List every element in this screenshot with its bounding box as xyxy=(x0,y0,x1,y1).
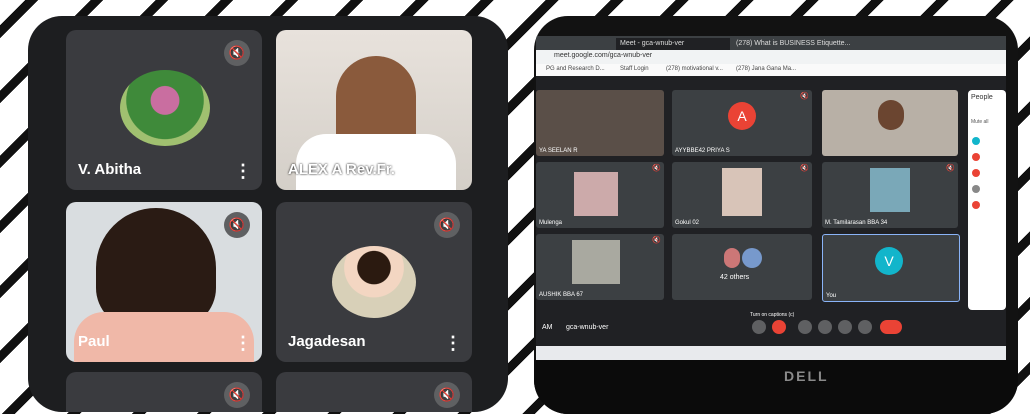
meeting-time: AM xyxy=(542,324,553,331)
windows-taskbar xyxy=(536,346,1006,360)
address-bar[interactable]: meet.google.com/gca-wnub-ver xyxy=(536,50,1006,64)
meet-participant-tile[interactable]: 🔇 Mulenga xyxy=(536,162,664,228)
avatar xyxy=(724,248,740,268)
people-title: People xyxy=(971,94,993,101)
bookmark[interactable]: Staff Login xyxy=(620,66,649,72)
bookmark[interactable]: (278) motivational v... xyxy=(666,66,723,72)
participant-video xyxy=(572,240,620,284)
participant-tile[interactable]: 🔇 Jagadesan ⋮ xyxy=(276,202,472,362)
participant-name: AYYBBE42 PRIYA S xyxy=(675,148,730,154)
more-vert-icon[interactable]: ⋮ xyxy=(444,334,462,352)
mic-off-icon: 🔇 xyxy=(224,212,250,238)
laptop-logo: DELL xyxy=(784,368,829,384)
more-vert-icon[interactable] xyxy=(858,320,872,334)
participant-name: AUSHIK BBA 67 xyxy=(539,292,584,298)
bookmark[interactable]: PG and Research D... xyxy=(546,66,605,72)
participant-tile[interactable]: 🔇 Paul ⋮ xyxy=(66,202,262,362)
participant-name: V. Abitha xyxy=(78,161,142,178)
meeting-code: gca-wnub-ver xyxy=(566,324,609,331)
participant-dot xyxy=(972,201,980,209)
participant-dot xyxy=(972,169,980,177)
more-vert-icon[interactable]: ⋮ xyxy=(234,162,252,180)
bookmark[interactable]: (278) Jana Gana Ma... xyxy=(736,66,796,72)
participant-name: Gokul 02 xyxy=(675,220,700,226)
participant-video xyxy=(96,208,216,328)
laptop-screen: Meet - gca-wnub-ver (278) What is BUSINE… xyxy=(536,36,1006,346)
meet-participant-tile[interactable]: 🔇 Gokul 02 xyxy=(672,162,812,228)
more-vert-icon[interactable]: ⋮ xyxy=(444,162,462,180)
mic-off-icon: 🔇 xyxy=(946,165,955,172)
participant-initial-avatar: A xyxy=(728,102,756,130)
participant-name: Mulenga xyxy=(539,220,563,226)
participant-name: M. Tamilarasan BBA 34 xyxy=(825,220,888,226)
meet-participant-tile[interactable]: YA SEELAN R xyxy=(536,90,664,156)
participant-name: Paul xyxy=(78,333,110,350)
mic-off-icon: 🔇 xyxy=(800,93,809,100)
participant-tile[interactable]: ALEX A Rev.Fr. ⋮ xyxy=(276,30,472,190)
meet-participant-tile[interactable]: V You xyxy=(822,234,960,302)
laptop-meet-photo: Meet - gca-wnub-ver (278) What is BUSINE… xyxy=(534,16,1018,414)
others-count: 42 others xyxy=(720,274,750,281)
participant-name: You xyxy=(826,293,837,299)
mic-off-icon: 🔇 xyxy=(652,237,661,244)
browser-tab-bar: Meet - gca-wnub-ver (278) What is BUSINE… xyxy=(536,36,1006,50)
browser-tab[interactable]: (278) What is BUSINESS Etiquette... xyxy=(732,38,856,50)
more-vert-icon[interactable]: ⋮ xyxy=(234,334,252,352)
participant-dot xyxy=(972,137,980,145)
participant-video xyxy=(722,168,762,216)
participant-dot xyxy=(972,185,980,193)
bookmarks-bar: PG and Research D... Staff Login (278) m… xyxy=(536,64,1006,76)
mic-off-icon: 🔇 xyxy=(434,382,460,408)
url-text: meet.google.com/gca-wnub-ver xyxy=(554,52,653,59)
meet-control-bar: AM gca-wnub-ver Turn on captions (c) xyxy=(536,312,1006,346)
meet-participant-tile[interactable]: 42 others xyxy=(672,234,812,300)
participant-video xyxy=(574,172,618,216)
participant-video xyxy=(870,168,910,212)
meet-participant-tile[interactable]: A 🔇 AYYBBE42 PRIYA S xyxy=(672,90,812,156)
camera-icon[interactable] xyxy=(772,320,786,334)
participant-name: Jagadesan xyxy=(288,333,366,350)
mic-off-icon: 🔇 xyxy=(224,382,250,408)
participant-video xyxy=(878,100,904,130)
mic-off-icon: 🔇 xyxy=(434,212,460,238)
end-call-icon[interactable] xyxy=(880,320,902,334)
people-panel: People Mute all xyxy=(968,90,1006,310)
meet-participant-tile[interactable]: 🔇 M. Tamilarasan BBA 34 xyxy=(822,162,958,228)
captions-icon[interactable] xyxy=(798,320,812,334)
meet-participant-tile[interactable]: 🔇 AUSHIK BBA 67 xyxy=(536,234,664,300)
participant-tile[interactable]: 🔇 xyxy=(66,372,262,412)
participant-tile[interactable]: 🔇 xyxy=(276,372,472,412)
participant-name: YA SEELAN R xyxy=(539,148,578,154)
mic-off-icon: 🔇 xyxy=(224,40,250,66)
raise-hand-icon[interactable] xyxy=(818,320,832,334)
avatar xyxy=(742,248,762,268)
participant-tile[interactable]: 🔇 V. Abitha ⋮ xyxy=(66,30,262,190)
participant-initial-avatar: V xyxy=(875,247,903,275)
phone-meet-screenshot: 🔇 V. Abitha ⋮ ALEX A Rev.Fr. ⋮ 🔇 Paul ⋮ … xyxy=(28,16,508,412)
participant-name: ALEX A Rev.Fr. xyxy=(288,161,395,178)
avatar xyxy=(332,246,416,318)
mic-off-icon: 🔇 xyxy=(800,165,809,172)
mute-all-button[interactable]: Mute all xyxy=(968,105,1006,129)
laptop-bezel xyxy=(534,360,1018,414)
avatar xyxy=(120,70,210,146)
mic-off-icon[interactable] xyxy=(752,320,766,334)
present-icon[interactable] xyxy=(838,320,852,334)
mic-off-icon: 🔇 xyxy=(652,165,661,172)
captions-tooltip: Turn on captions (c) xyxy=(750,312,795,318)
meet-participant-tile[interactable] xyxy=(822,90,958,156)
browser-tab[interactable]: Meet - gca-wnub-ver xyxy=(616,38,730,50)
participant-dot xyxy=(972,153,980,161)
